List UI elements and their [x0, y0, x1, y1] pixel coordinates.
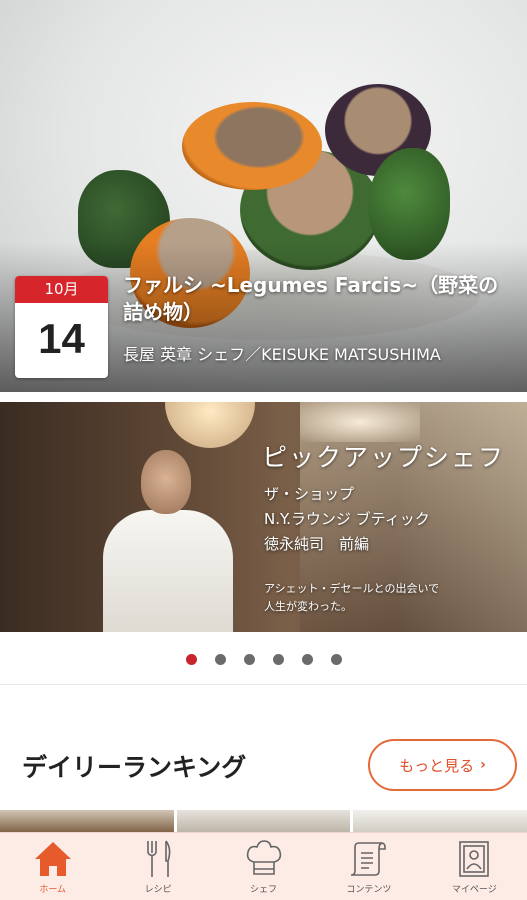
carousel-dot[interactable]: [243, 654, 255, 665]
lamp-image: [165, 402, 255, 448]
tab-chef[interactable]: シェフ: [211, 833, 316, 900]
chef-photo: [103, 450, 233, 632]
chandelier-image: [300, 402, 420, 442]
fork-knife-icon: [136, 837, 180, 881]
pickup-chef-name: 徳永純司 前編: [264, 535, 370, 553]
section-divider: [0, 684, 527, 685]
carousel-dot[interactable]: [301, 654, 313, 665]
tab-home-label: ホーム: [39, 885, 67, 895]
tab-home[interactable]: ホーム: [0, 833, 105, 900]
pickup-caption-line-2: 人生が変わった。: [264, 600, 352, 613]
date-day: 14: [38, 315, 85, 362]
tab-recipe[interactable]: レシピ: [105, 833, 210, 900]
pickup-heading: ピックアップシェフ: [262, 443, 506, 472]
carousel-dot[interactable]: [185, 654, 197, 665]
stuffed-pepper-image: [182, 102, 322, 190]
chef-head: [141, 450, 191, 514]
ranking-thumbnail[interactable]: [0, 810, 174, 834]
scroll-icon: [347, 837, 391, 881]
tab-contents[interactable]: コンテンツ: [316, 833, 421, 900]
carousel-dot[interactable]: [272, 654, 284, 665]
pickup-restaurant: ザ・ショップ: [264, 485, 355, 503]
pickup-details: ザ・ショップ N.Y.ラウンジ ブティック 徳永純司 前編: [264, 482, 430, 557]
tab-mypage[interactable]: マイページ: [422, 833, 527, 900]
carousel-indicator: [0, 654, 527, 670]
chef-hat-icon: [242, 837, 286, 881]
ranking-title: デイリーランキング: [22, 753, 247, 782]
ranking-thumbnail[interactable]: [353, 810, 527, 834]
see-more-label: もっと見る: [399, 756, 475, 775]
recipe-chef: 長屋 英章 シェフ／KEISUKE MATSUSHIMA: [123, 345, 441, 364]
date-month: 10月: [15, 276, 108, 303]
tab-mypage-label: マイページ: [451, 885, 497, 895]
chef-jacket: [103, 510, 233, 632]
ranking-thumbnail[interactable]: [176, 810, 351, 834]
tab-chef-label: シェフ: [250, 885, 278, 895]
home-icon: [31, 837, 75, 881]
pickup-shop: N.Y.ラウンジ ブティック: [264, 510, 430, 528]
carousel-dot[interactable]: [330, 654, 342, 665]
pickup-caption-line-1: アシェット・デセールとの出会いで: [264, 582, 440, 595]
recipe-title[interactable]: ファルシ ~Legumes Farcis~（野菜の詰め物）: [123, 272, 518, 326]
bottom-tab-bar: ホーム レシピ シェフ コンテンツ マイページ: [0, 832, 527, 900]
see-more-button[interactable]: もっと見る ›: [368, 739, 517, 791]
ranking-thumbnails: [0, 810, 527, 834]
date-badge: 10月 14: [15, 276, 108, 378]
chevron-right-icon: ›: [480, 757, 486, 773]
tab-recipe-label: レシピ: [144, 885, 172, 895]
profile-card-icon: [452, 837, 496, 881]
pickup-caption: アシェット・デセールとの出会いで 人生が変わった。: [264, 580, 439, 616]
tab-contents-label: コンテンツ: [346, 885, 392, 895]
carousel-dot[interactable]: [214, 654, 226, 665]
